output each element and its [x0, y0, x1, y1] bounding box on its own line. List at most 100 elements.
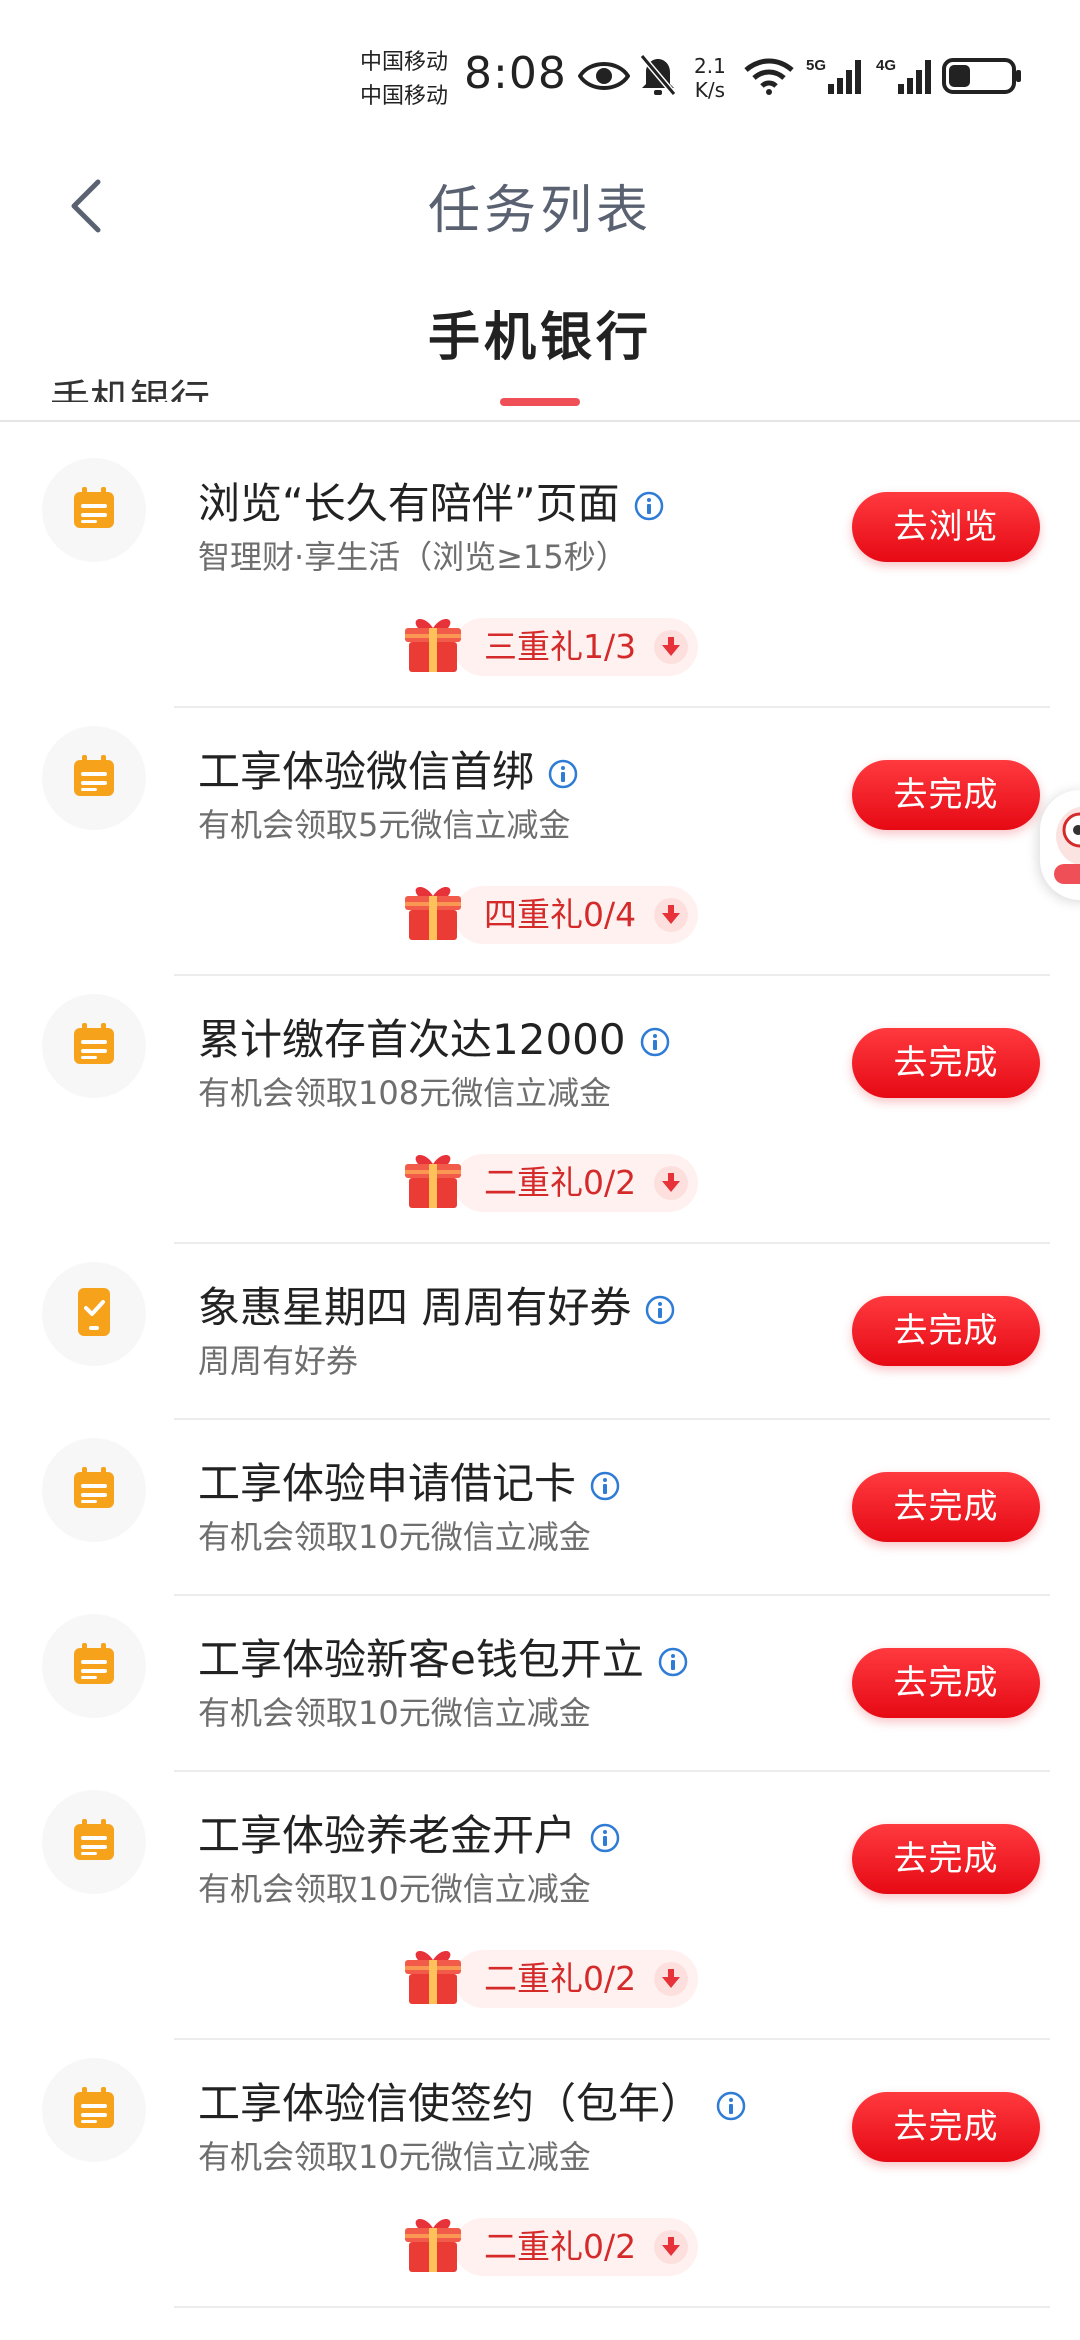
page-title: 任务列表 — [427, 181, 652, 241]
task-icon-wrap — [42, 726, 146, 830]
task-description: 有机会领取10元微信立减金 — [198, 2138, 591, 2176]
calendar-icon — [70, 1464, 118, 1516]
info-icon[interactable] — [590, 1814, 620, 1863]
info-icon[interactable] — [658, 1638, 688, 1687]
task-item: 工享体验微信首绑有机会领取5元微信立减金 去完成四重礼0/4 — [0, 708, 1080, 976]
info-icon[interactable] — [716, 2082, 746, 2131]
calendar-icon — [70, 752, 118, 804]
task-description: 有机会领取108元微信立减金 — [198, 1074, 612, 1112]
task-action-button[interactable]: 去完成 — [852, 1648, 1040, 1718]
tab-active-indicator — [500, 398, 580, 406]
task-action-button[interactable]: 去完成 — [852, 760, 1040, 830]
calendar-icon — [70, 1816, 118, 1868]
reward-progress: 三重礼1/3 — [484, 627, 637, 666]
arrow-down-icon — [654, 630, 688, 664]
calendar-icon — [70, 484, 118, 536]
task-item: 工享体验申请借记卡有机会领取10元微信立减金 去完成 — [0, 1420, 1080, 1596]
tab-label: 手机银行 — [427, 308, 652, 368]
task-icon-wrap — [42, 1614, 146, 1718]
task-action-button[interactable]: 去完成 — [852, 1296, 1040, 1366]
info-icon[interactable] — [640, 1018, 670, 1067]
task-description: 周周有好券 — [198, 1342, 359, 1380]
task-icon-wrap — [42, 994, 146, 1098]
task-action-button[interactable]: 去完成 — [852, 1472, 1040, 1542]
task-title: 浏览“长久有陪伴”页面 — [198, 470, 664, 531]
task-icon-wrap — [42, 458, 146, 562]
task-description: 有机会领取5元微信立减金 — [198, 806, 571, 844]
reward-tier-toggle[interactable]: 二重礼0/2 — [402, 1146, 702, 1216]
task-title: 工享体验新客e钱包开立 — [198, 1626, 688, 1687]
reward-progress: 二重礼0/2 — [484, 1959, 637, 1998]
task-item: 工享体验信使签约（包年） 有机会领取10元微信立减金 去完成二重礼0/2 — [0, 2040, 1080, 2308]
task-description: 有机会领取10元微信立减金 — [198, 1518, 591, 1556]
tab-mobile-banking[interactable]: 手机银行 — [390, 298, 690, 408]
calendar-icon — [70, 1640, 118, 1692]
reward-tier-toggle[interactable]: 二重礼0/2 — [402, 2210, 702, 2280]
carrier-names: 中国移动 中国移动 — [360, 46, 448, 114]
info-icon[interactable] — [548, 750, 578, 799]
signal-5g-icon: 5G — [806, 56, 866, 100]
row-divider — [174, 2306, 1050, 2308]
arrow-down-icon — [654, 2230, 688, 2264]
task-description: 有机会领取10元微信立减金 — [198, 1694, 591, 1732]
status-bar: 中国移动 中国移动 8:08 2.1 K/s 5G 4G — [0, 0, 1080, 150]
battery-icon — [942, 58, 1024, 98]
info-icon[interactable] — [645, 1286, 675, 1335]
task-title-text: 象惠星期四 周周有好券 — [198, 1283, 632, 1332]
task-icon-wrap — [42, 1438, 146, 1542]
reward-progress: 二重礼0/2 — [484, 1163, 637, 1202]
task-item: 象惠星期四 周周有好券周周有好券 去完成 — [0, 1244, 1080, 1420]
task-title: 工享体验信使签约（包年） — [198, 2070, 746, 2131]
task-icon-wrap — [42, 1262, 146, 1366]
svg-text:4G: 4G — [876, 57, 896, 74]
task-action-button[interactable]: 去完成 — [852, 1824, 1040, 1894]
signal-4g-icon: 4G — [876, 56, 936, 100]
task-item: 浏览“长久有陪伴”页面智理财·享生活（浏览≥15秒） 去浏览三重礼1/3 — [0, 440, 1080, 708]
task-title-text: 工享体验新客e钱包开立 — [198, 1635, 644, 1684]
task-title-text: 工享体验信使签约（包年） — [198, 2079, 703, 2128]
task-action-button[interactable]: 去浏览 — [852, 492, 1040, 562]
reward-tier-toggle[interactable]: 三重礼1/3 — [402, 610, 702, 680]
task-description: 智理财·享生活（浏览≥15秒） — [198, 538, 628, 576]
task-item: 工享体验新客e钱包开立有机会领取10元微信立减金 去完成 — [0, 1596, 1080, 1772]
task-title-text: 工享体验养老金开户 — [198, 1811, 577, 1860]
calendar-icon — [70, 2084, 118, 2136]
net-speed: 2.1 K/s — [694, 54, 726, 102]
task-action-button[interactable]: 去完成 — [852, 2092, 1040, 2162]
status-time: 8:08 — [464, 48, 567, 99]
carrier-1: 中国移动 — [360, 50, 449, 75]
gift-icon — [402, 1146, 464, 1214]
task-list: 浏览“长久有陪伴”页面智理财·享生活（浏览≥15秒） 去浏览三重礼1/3 工享体验微… — [0, 440, 1080, 2308]
arrow-down-icon — [654, 898, 688, 932]
task-icon-wrap — [42, 2058, 146, 2162]
section-heading-peek: 手机银行 — [50, 377, 210, 402]
reward-progress: 二重礼0/2 — [484, 2227, 637, 2266]
gift-icon — [402, 1942, 464, 2010]
task-title-text: 浏览“长久有陪伴”页面 — [198, 479, 620, 528]
calendar-icon — [70, 1020, 118, 1072]
bell-muted-icon — [638, 52, 678, 102]
task-item: 工享体验养老金开户有机会领取10元微信立减金 去完成二重礼0/2 — [0, 1772, 1080, 2040]
header-divider — [0, 420, 1080, 422]
task-description: 有机会领取10元微信立减金 — [198, 1870, 591, 1908]
gift-icon — [402, 2210, 464, 2278]
task-icon-wrap — [42, 1790, 146, 1894]
arrow-down-icon — [654, 1166, 688, 1200]
wifi-icon — [744, 56, 794, 100]
task-item: 累计缴存首次达12000 有机会领取108元微信立减金 去完成二重礼0/2 — [0, 976, 1080, 1244]
info-icon[interactable] — [634, 482, 664, 531]
task-title-text: 累计缴存首次达12000 — [198, 1015, 626, 1064]
task-title: 工享体验申请借记卡 — [198, 1450, 620, 1511]
reward-tier-toggle[interactable]: 二重礼0/2 — [402, 1942, 702, 2012]
svg-text:5G: 5G — [806, 57, 826, 74]
task-title-text: 工享体验微信首绑 — [198, 747, 535, 796]
task-title: 工享体验微信首绑 — [198, 738, 578, 799]
info-icon[interactable] — [590, 1462, 620, 1511]
reward-progress: 四重礼0/4 — [484, 895, 637, 934]
reward-tier-toggle[interactable]: 四重礼0/4 — [402, 878, 702, 948]
gift-icon — [402, 610, 464, 678]
eye-comfort-icon — [577, 58, 631, 98]
task-title-text: 工享体验申请借记卡 — [198, 1459, 577, 1508]
gift-icon — [402, 878, 464, 946]
task-action-button[interactable]: 去完成 — [852, 1028, 1040, 1098]
